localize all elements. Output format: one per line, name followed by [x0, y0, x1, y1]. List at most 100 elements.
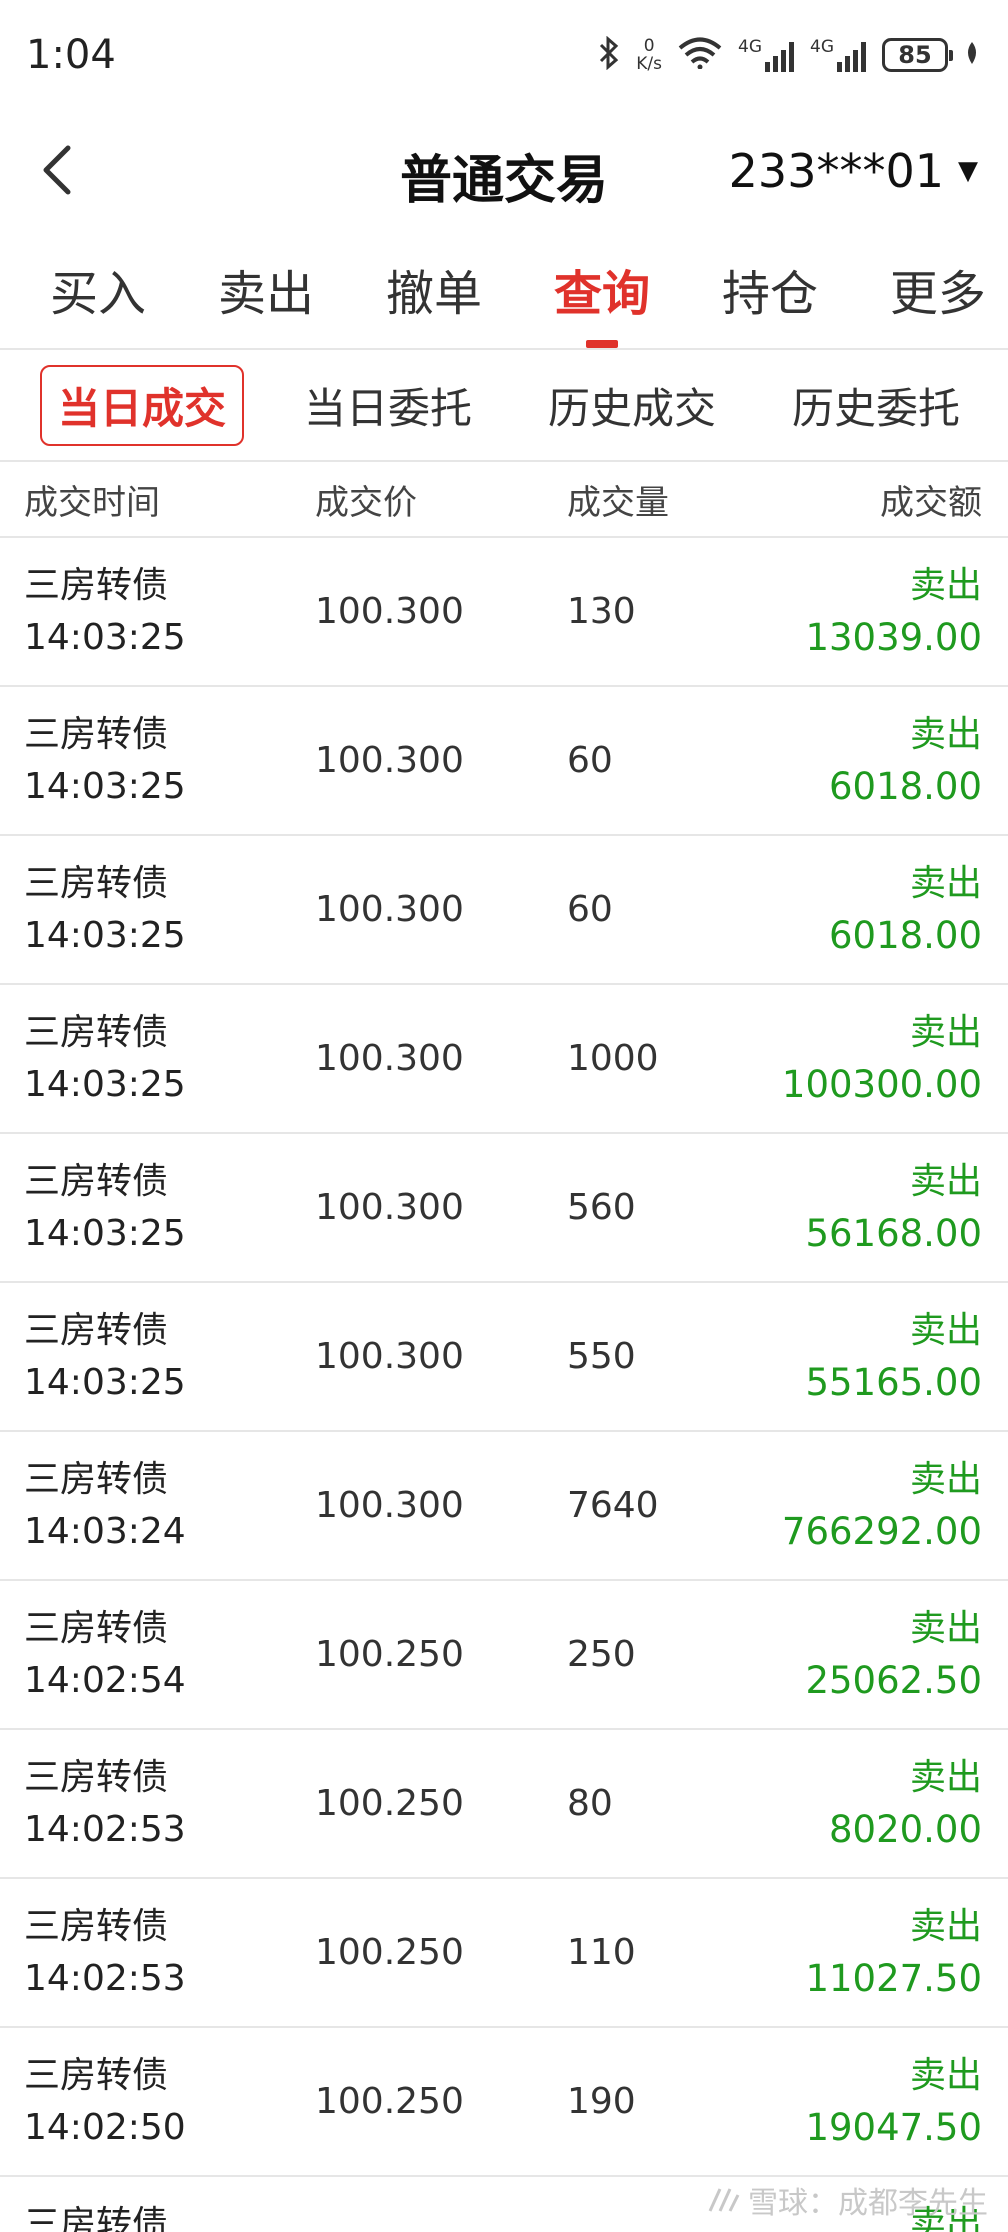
account-number: 233***01: [728, 144, 944, 198]
trade-qty: 1000: [566, 1038, 659, 1079]
trade-amount: 100300.00: [781, 1062, 982, 1106]
trade-price: 100.300: [314, 1485, 464, 1526]
trade-amount: 25062.50: [805, 1658, 982, 1702]
trade-amount: 766292.00: [781, 1509, 982, 1553]
table-row[interactable]: 三房转债 14:03:25 100.300 130 卖出 13039.00: [0, 538, 1008, 687]
trade-time: 14:03:25: [24, 765, 186, 807]
trade-time: 14:02:54: [24, 1659, 186, 1701]
security-name: 三房转债: [24, 1905, 169, 1947]
trade-time: 14:02:53: [24, 1808, 186, 1850]
trade-qty: 60: [567, 740, 613, 781]
sim2-signal: 4G: [810, 36, 866, 72]
trade-price: 100.250: [315, 1634, 464, 1675]
main-tabs: 买入 卖出 撤单 查询 持仓 更多: [0, 230, 1008, 350]
table-row[interactable]: 三房转债 14:03:25 100.300 1000 卖出 100300.00: [0, 985, 1008, 1134]
trade-amount: 13039.00: [805, 615, 982, 659]
subtab-today-trades[interactable]: 当日成交: [40, 364, 245, 446]
trade-time: 14:03:24: [24, 1510, 186, 1552]
trade-side: 卖出: [909, 2054, 982, 2096]
column-header-qty: 成交量: [567, 482, 669, 523]
subtab-history-trades[interactable]: 历史成交: [532, 367, 732, 444]
table-row[interactable]: 三房转债 14:03:25 100.300 60 卖出 6018.00: [0, 836, 1008, 985]
security-name: 三房转债: [24, 713, 169, 755]
security-name: 三房转债: [24, 1756, 169, 1798]
security-name: 三房转债: [24, 2054, 169, 2096]
trade-amount: 56168.00: [805, 1211, 982, 1255]
trade-side: 卖出: [909, 862, 982, 904]
tab-query[interactable]: 查询: [554, 230, 650, 348]
tab-positions[interactable]: 持仓: [722, 230, 818, 348]
signal-bars-icon: [765, 41, 794, 72]
header: 普通交易 233***01 ▼: [0, 110, 1008, 230]
trade-side: 卖出: [909, 713, 982, 755]
leaf-icon: [964, 40, 980, 70]
trade-time: 14:03:25: [24, 616, 186, 658]
status-icons: 0 K/s 4G 4G 85: [598, 35, 980, 74]
trade-amount: 6018.00: [828, 764, 982, 808]
trade-time: 14:02:50: [24, 2106, 186, 2148]
tab-sell[interactable]: 卖出: [218, 230, 314, 348]
trade-side: 卖出: [909, 1160, 982, 1202]
caret-down-icon: ▼: [958, 156, 978, 186]
trade-side: 卖出: [909, 1756, 982, 1798]
trade-side: 卖出: [909, 1011, 982, 1053]
tab-cancel[interactable]: 撤单: [386, 230, 482, 348]
column-header-time: 成交时间: [24, 482, 160, 523]
trade-side: 卖出: [909, 564, 982, 606]
subtab-history-orders[interactable]: 历史委托: [776, 367, 976, 444]
snowball-logo-icon: [708, 2188, 740, 2212]
trade-side: 卖出: [909, 1458, 982, 1500]
sim1-signal: 4G: [738, 38, 794, 72]
table-row[interactable]: 三房转债 14:03:24 100.300 7640 卖出 766292.00: [0, 1432, 1008, 1581]
net-speed-unit: K/s: [636, 54, 662, 74]
tab-more[interactable]: 更多: [890, 230, 986, 348]
column-header-price: 成交价: [315, 482, 417, 523]
column-header-amount: 成交额: [880, 482, 982, 523]
trade-side: 卖出: [909, 1607, 982, 1649]
tab-buy[interactable]: 买入: [50, 230, 146, 348]
trade-price: 100.300: [315, 1336, 464, 1377]
status-bar: 1:04 0 K/s 4G 4G 85: [0, 0, 1008, 110]
trade-list: 三房转债 14:03:25 100.300 130 卖出 13039.00 三房转债…: [0, 538, 1008, 2232]
bluetooth-icon: [598, 35, 620, 74]
trade-price: 100.300: [315, 1187, 464, 1228]
trade-time: 14:03:25: [24, 914, 186, 956]
security-name: 三房转债: [24, 1607, 169, 1649]
sub-tabs: 当日成交 当日委托 历史成交 历史委托: [0, 350, 1008, 462]
trade-qty: 110: [567, 1932, 636, 1973]
trade-amount: 55165.00: [805, 1360, 982, 1404]
trade-amount: 19047.50: [805, 2105, 982, 2149]
clock: 1:04: [26, 32, 116, 78]
table-row[interactable]: 三房转债 14:02:50 100.250 190 卖出 19047.50: [0, 2028, 1008, 2177]
trade-qty: 80: [567, 1783, 613, 1824]
wifi-icon: [678, 37, 722, 73]
trade-price: 100.300: [315, 740, 464, 781]
security-name: 三房转债: [24, 1309, 169, 1351]
table-row[interactable]: 三房转债 14:02:54 100.250 250 卖出 25062.50: [0, 1581, 1008, 1730]
watermark-text: 雪球：成都李先生: [748, 2186, 988, 2221]
security-name: 三房转债: [24, 1011, 169, 1053]
trade-qty: 60: [567, 889, 613, 930]
sim2-label: 4G: [810, 36, 834, 57]
account-selector[interactable]: 233***01 ▼: [729, 144, 978, 198]
trade-amount: 8020.00: [828, 1807, 982, 1851]
table-row[interactable]: 三房转债 14:02:53 100.250 80 卖出 8020.00: [0, 1730, 1008, 1879]
security-name: 三房转债: [24, 2204, 169, 2232]
net-speed: 0 K/s: [636, 37, 662, 73]
trade-price: 100.300: [315, 889, 464, 930]
table-row[interactable]: 三房转债 14:02:53 100.250 110 卖出 11027.50: [0, 1879, 1008, 2028]
battery-icon: 85: [882, 38, 953, 72]
trade-time: 14:02:53: [24, 1957, 186, 1999]
trade-price: 100.300: [315, 591, 464, 632]
trade-qty: 7640: [566, 1485, 659, 1526]
trade-price: 100.300: [314, 1038, 464, 1079]
trade-query-screen: 1:04 0 K/s 4G 4G 85 普通交易 233***01 ▼ 买入 卖…: [0, 0, 1008, 2232]
signal-bars-icon: [837, 41, 866, 72]
trade-qty: 190: [567, 2081, 636, 2122]
table-row[interactable]: 三房转债 14:03:25 100.300 560 卖出 56168.00: [0, 1134, 1008, 1283]
watermark: 雪球：成都李先生: [706, 2178, 988, 2222]
table-row[interactable]: 三房转债 14:03:25 100.300 60 卖出 6018.00: [0, 687, 1008, 836]
security-name: 三房转债: [24, 564, 169, 606]
table-row[interactable]: 三房转债 14:03:25 100.300 550 卖出 55165.00: [0, 1283, 1008, 1432]
subtab-today-orders[interactable]: 当日委托: [288, 367, 488, 444]
